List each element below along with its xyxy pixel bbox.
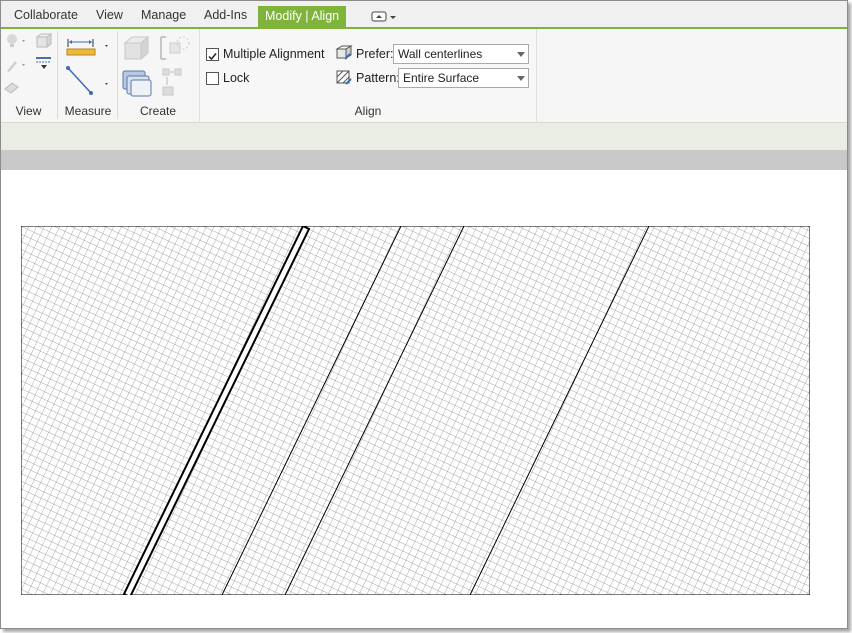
chevron-down-icon [517,52,525,57]
tab-add-ins[interactable]: Add-Ins [204,4,247,26]
prefer-wall-icon [335,45,353,66]
ribbon-display-toggle-icon[interactable] [371,10,399,28]
hatched-surface[interactable] [21,226,810,595]
panel-title-view: View [15,104,42,118]
paint-brush-icon[interactable] [5,57,27,78]
tab-collaborate[interactable]: Collaborate [14,4,78,26]
tab-manage[interactable]: Manage [141,4,186,26]
lock-label[interactable]: Lock [223,71,249,85]
measure-along-element-icon[interactable] [65,65,113,104]
drawing-canvas[interactable] [21,226,810,595]
panel-divider [57,31,58,119]
chevron-down-icon [517,76,525,81]
tab-view[interactable]: View [96,4,123,26]
create-group-icon[interactable] [119,67,155,104]
panel-title-align: Align [354,104,382,118]
tab-modify-align[interactable]: Modify | Align [258,6,347,27]
create-part-icon[interactable] [121,33,153,68]
eraser-icon[interactable] [3,81,21,100]
lock-checkbox[interactable] [206,72,219,85]
lightbulb-icon[interactable] [5,33,27,54]
ribbon: View Measure Create Multiple Alignment L… [1,29,847,122]
options-bar [1,122,847,150]
pattern-dropdown[interactable]: Entire Surface [398,68,529,88]
thin-lines-icon[interactable] [35,55,53,76]
create-assembly-icon[interactable] [158,33,192,68]
pattern-dropdown-value: Entire Surface [403,71,480,85]
multiple-alignment-label[interactable]: Multiple Alignment [223,47,324,61]
panel-title-create: Create [139,104,177,118]
ribbon-tab-bar: Collaborate View Manage Add-Ins Modify |… [1,1,847,29]
view-cube-icon[interactable] [35,33,53,54]
create-similar-icon[interactable] [159,67,191,104]
pattern-label: Pattern: [356,71,400,85]
prefer-dropdown[interactable]: Wall centerlines [393,44,529,64]
prefer-label: Prefer: [356,47,394,61]
measure-distance-icon[interactable] [65,35,113,62]
panel-divider [117,31,118,119]
checkmark-icon [208,53,217,61]
panel-title-measure: Measure [64,104,112,118]
app-window: Collaborate View Manage Add-Ins Modify |… [0,0,848,629]
view-tab-strip [1,150,847,170]
prefer-dropdown-value: Wall centerlines [398,47,483,61]
multiple-alignment-checkbox[interactable] [206,48,219,61]
pattern-hatch-icon [335,69,353,90]
align-options-panel: Multiple Alignment Lock Prefer: Wall cen… [199,29,537,122]
